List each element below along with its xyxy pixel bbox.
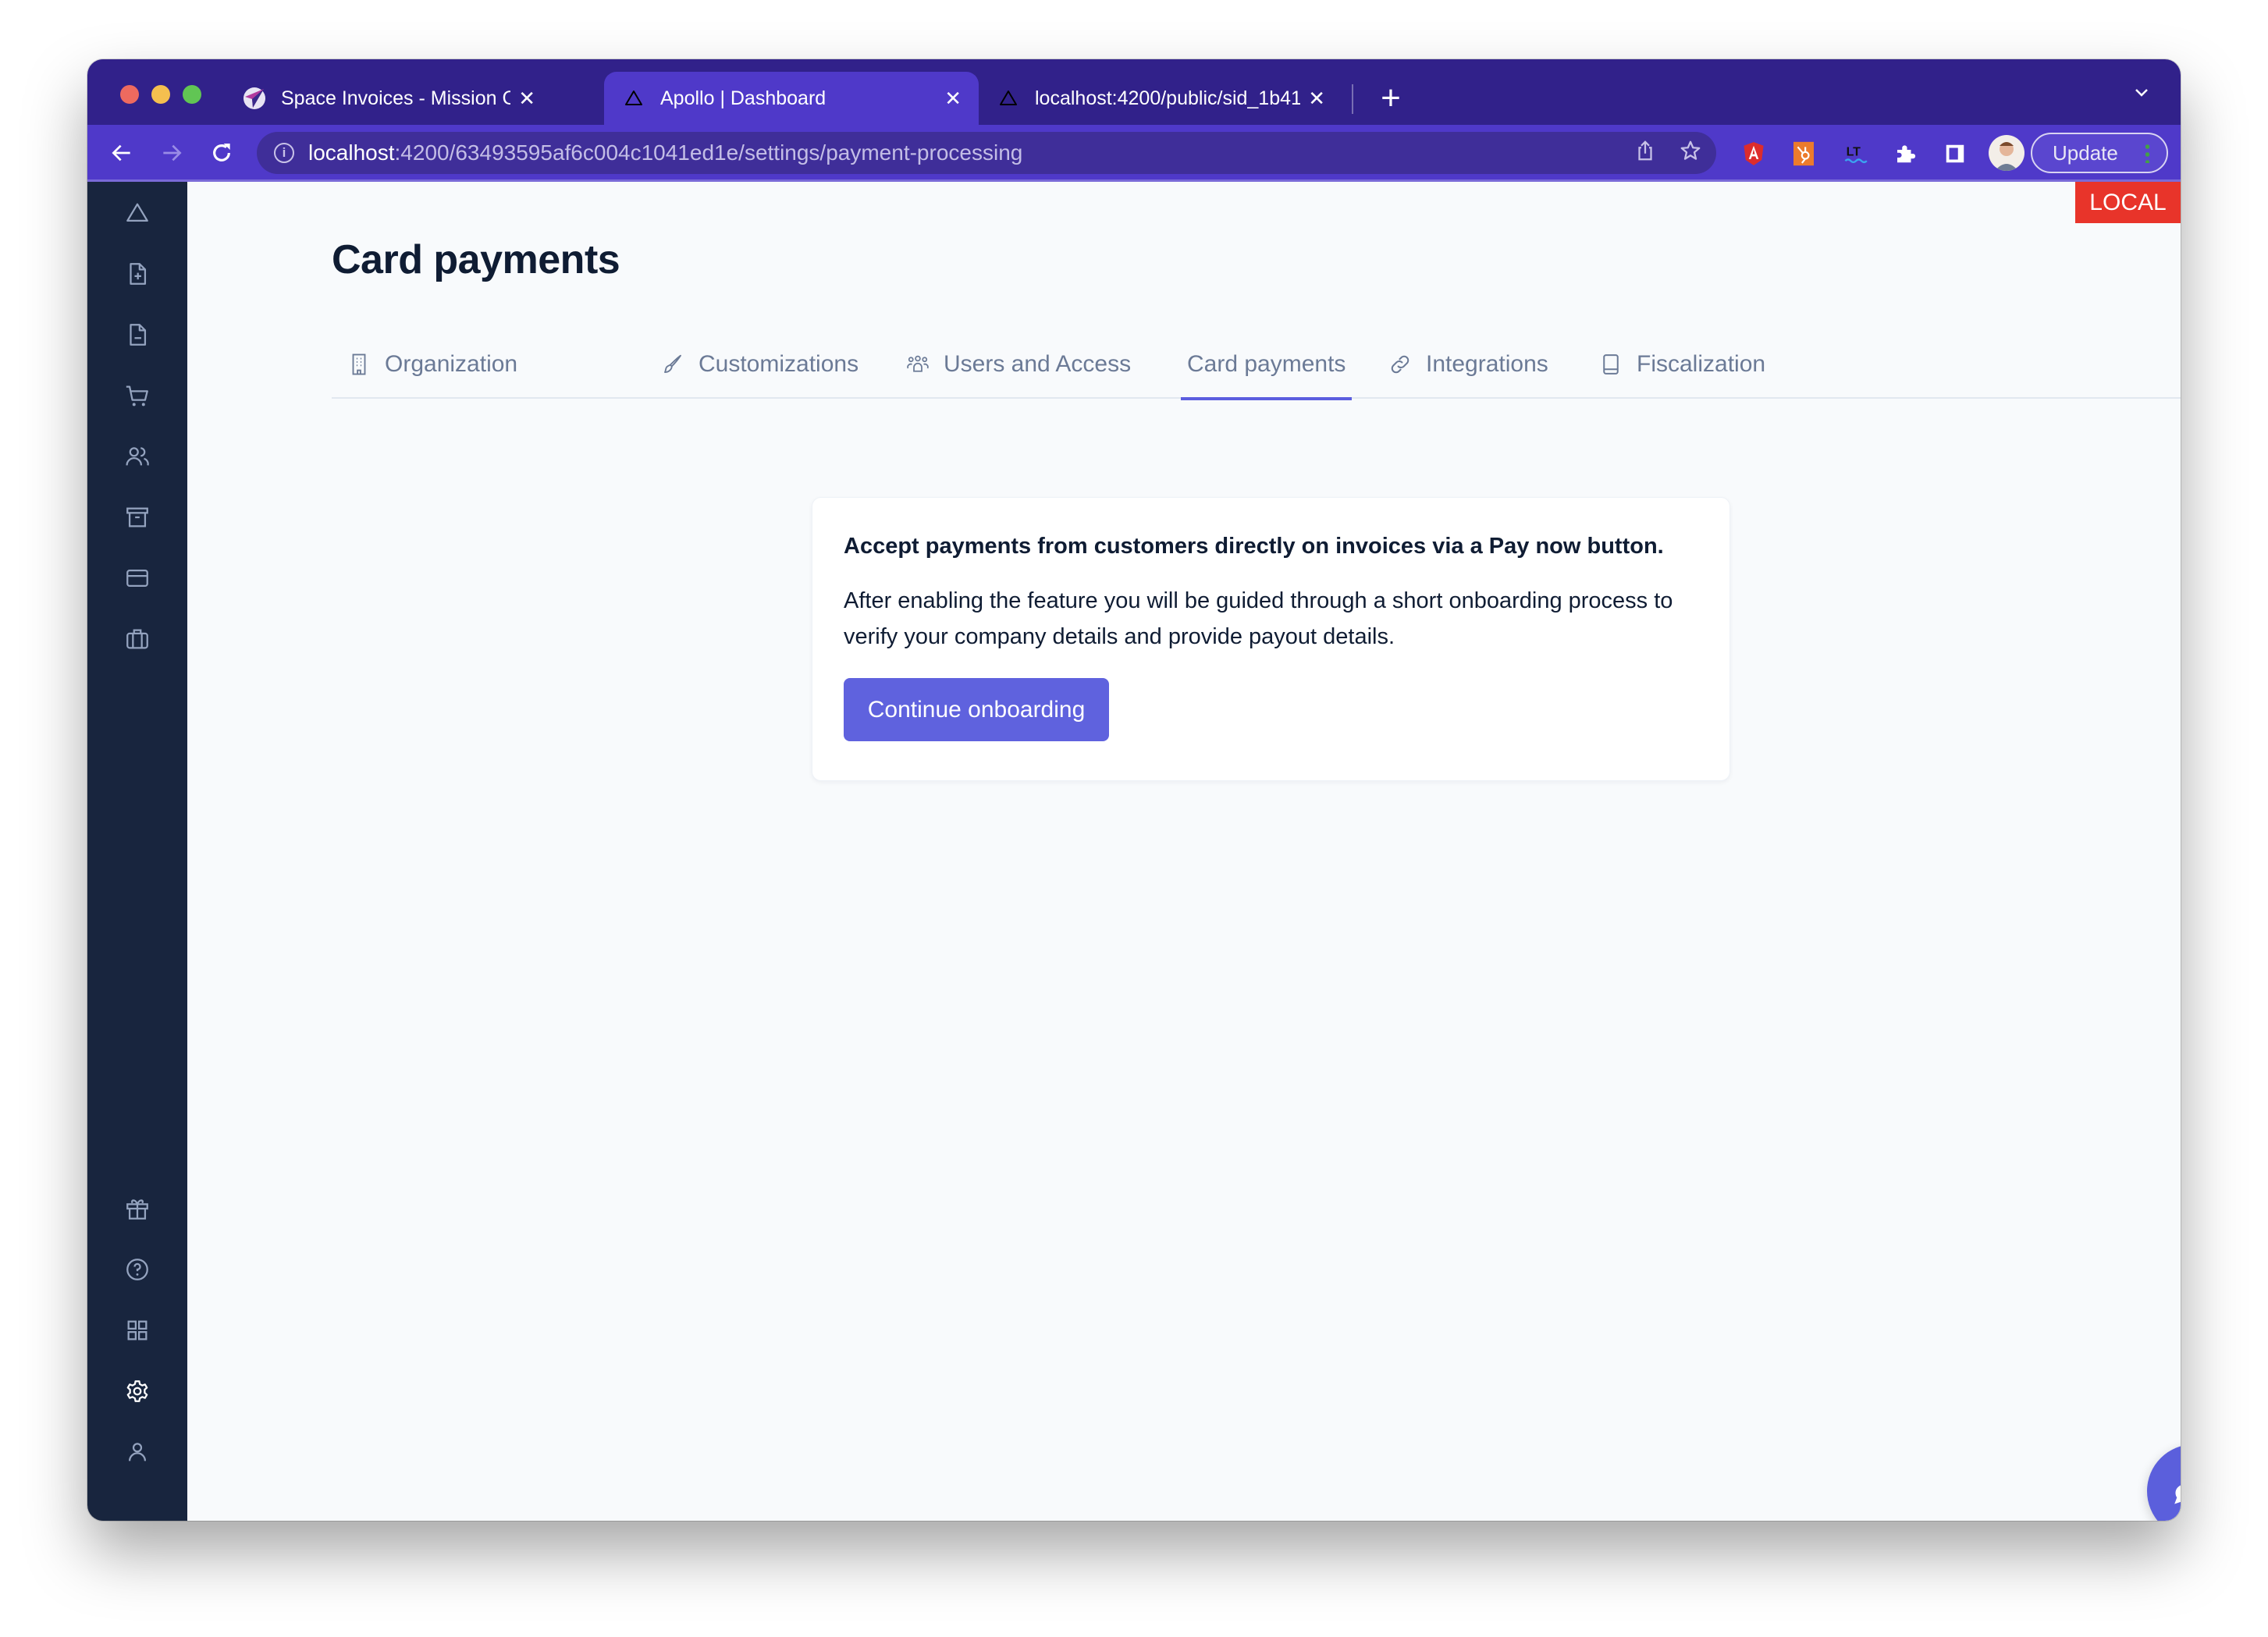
bookmark-star-icon[interactable] — [1679, 139, 1702, 168]
tablet-icon — [1603, 354, 1619, 375]
browser-tab-space-invoices[interactable]: Space Invoices - Mission Contr ✕ — [225, 72, 553, 125]
question-circle-icon — [126, 1259, 148, 1280]
tab-label: Card payments — [1187, 351, 1346, 377]
close-tab-icon[interactable]: ✕ — [1308, 87, 1325, 111]
sidebar-item-dashboard[interactable] — [122, 197, 153, 229]
sidebar-item-profile[interactable] — [122, 1436, 153, 1468]
user-icon — [128, 1443, 147, 1461]
sidebar-item-invoices[interactable] — [122, 258, 153, 289]
tab-search-chevron-icon[interactable] — [2126, 76, 2157, 108]
cart-icon — [126, 385, 148, 407]
credit-card-icon — [126, 569, 148, 588]
tab-card-payments[interactable]: Card payments — [1180, 338, 1353, 400]
svg-text:LT: LT — [1847, 145, 1861, 158]
hubspot-icon[interactable] — [1789, 139, 1818, 169]
tab-label: Users and Access — [944, 351, 1132, 377]
card-headline: Accept payments from customers directly … — [844, 534, 1664, 559]
window-minimize-button[interactable] — [151, 85, 170, 104]
tab-organization[interactable]: Organization — [347, 338, 517, 399]
document-minus-icon — [130, 324, 147, 346]
sidebar-item-purchases[interactable] — [122, 380, 153, 411]
briefcase-icon — [126, 629, 148, 649]
close-tab-icon[interactable]: ✕ — [518, 87, 535, 111]
environment-badge: LOCAL — [2075, 182, 2181, 223]
tab-title: Apollo | Dashboard — [660, 87, 827, 109]
browser-update-button[interactable]: Update — [2031, 133, 2168, 173]
angular-devtools-icon[interactable] — [1739, 139, 1769, 169]
sidebar-item-customers[interactable] — [122, 441, 153, 472]
user-group-icon — [907, 355, 929, 372]
tab-users-and-access[interactable]: Users and Access — [906, 338, 1131, 399]
triangle-icon — [126, 203, 148, 222]
profile-avatar[interactable] — [1989, 135, 2024, 171]
triangle-icon — [621, 86, 646, 111]
main-content: LOCAL Card payments Organization Customi… — [187, 182, 2181, 1521]
browser-tab-localhost-public[interactable]: localhost:4200/public/sid_1b41 ✕ — [979, 72, 1342, 125]
paintbrush-icon — [664, 354, 681, 373]
update-label: Update — [2053, 140, 2118, 165]
gear-icon — [126, 1380, 148, 1402]
sidebar-item-settings[interactable] — [122, 1376, 153, 1407]
archive-box-icon — [126, 507, 148, 527]
app-viewport: LOCAL Card payments Organization Customi… — [87, 182, 2181, 1521]
browser-menu-dots-icon — [2145, 143, 2149, 163]
tab-label: Organization — [385, 351, 518, 377]
card-payments-onboarding-card: Accept payments from customers directly … — [812, 497, 1730, 781]
sidebar-item-whats-new[interactable] — [122, 1193, 153, 1224]
browser-tab-bar: Space Invoices - Mission Contr ✕ Apollo … — [87, 59, 2181, 125]
link-icon — [1391, 355, 1410, 374]
forward-button[interactable] — [155, 136, 189, 170]
close-tab-icon[interactable]: ✕ — [944, 87, 962, 111]
back-button[interactable] — [105, 136, 139, 170]
tab-title: Space Invoices - Mission Contr — [281, 87, 511, 109]
sidebar-item-business[interactable] — [122, 623, 153, 655]
continue-onboarding-button[interactable]: Continue onboarding — [844, 678, 1109, 741]
address-bar[interactable]: i localhost:4200/63493595af6c004c1041ed1… — [257, 132, 1716, 174]
site-info-icon[interactable]: i — [274, 143, 294, 163]
gift-icon — [126, 1199, 148, 1220]
document-plus-icon — [130, 263, 147, 285]
tab-label: Customizations — [699, 351, 859, 377]
sidebar — [87, 182, 187, 1521]
grid-icon — [127, 1320, 148, 1340]
browser-window: Space Invoices - Mission Contr ✕ Apollo … — [87, 59, 2181, 1521]
share-icon[interactable] — [1633, 139, 1657, 168]
space-invoices-rocket-icon — [242, 86, 267, 111]
tab-title: localhost:4200/public/sid_1b41 — [1035, 87, 1301, 109]
tab-label: Fiscalization — [1637, 351, 1766, 377]
tab-label: Integrations — [1426, 351, 1548, 377]
window-close-button[interactable] — [120, 85, 139, 104]
languagetool-icon[interactable]: LT — [1840, 139, 1870, 169]
sidebar-item-archive[interactable] — [122, 502, 153, 533]
chat-launcher-button[interactable] — [2147, 1444, 2181, 1521]
sidebar-item-help[interactable] — [122, 1254, 153, 1285]
page-title: Card payments — [332, 237, 620, 282]
chat-bubbles-icon — [2174, 1485, 2181, 1504]
new-tab-button[interactable]: + — [1367, 75, 1414, 122]
sidepanel-icon[interactable] — [1940, 139, 1970, 169]
building-icon — [352, 353, 366, 375]
card-description: After enabling the feature you will be g… — [844, 588, 1673, 649]
settings-tabs: Organization Customizations Users and Ac… — [332, 338, 2181, 400]
browser-toolbar: i localhost:4200/63493595af6c004c1041ed1… — [87, 125, 2181, 182]
tab-customizations[interactable]: Customizations — [661, 338, 858, 399]
sidebar-item-payments[interactable] — [122, 563, 153, 594]
tab-fiscalization[interactable]: Fiscalization — [1599, 338, 1765, 399]
tab-separator — [1352, 84, 1353, 114]
browser-tab-apollo-dashboard[interactable]: Apollo | Dashboard ✕ — [604, 72, 979, 125]
triangle-icon — [996, 86, 1021, 111]
url-path: :4200/63493595af6c004c1041ed1e/settings/… — [394, 140, 1023, 165]
tab-integrations[interactable]: Integrations — [1388, 338, 1548, 399]
sidebar-item-credit-notes[interactable] — [122, 319, 153, 350]
window-zoom-button[interactable] — [183, 85, 201, 104]
reload-button[interactable] — [204, 136, 239, 170]
sidebar-item-apps[interactable] — [122, 1315, 153, 1346]
puzzle-extensions-icon[interactable] — [1890, 139, 1920, 169]
users-icon — [126, 447, 149, 466]
url-host: localhost — [308, 140, 395, 165]
